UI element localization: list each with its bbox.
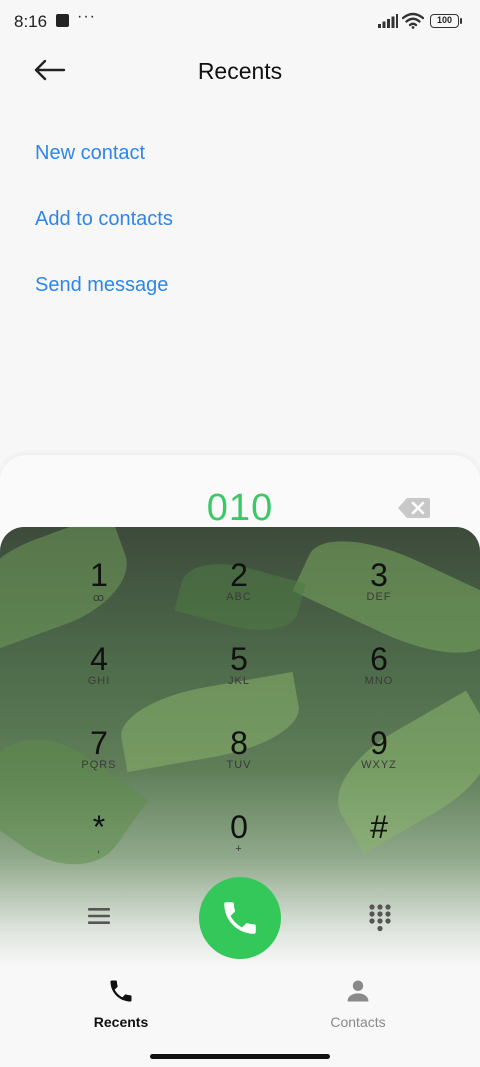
key-0[interactable]: 0 + <box>179 809 299 879</box>
key-letters: TUV <box>226 759 252 771</box>
key-digit: 5 <box>230 641 248 677</box>
status-time: 8:16 <box>14 12 48 31</box>
tab-label: Contacts <box>330 1014 386 1030</box>
key-digit: * <box>92 809 106 845</box>
key-hash[interactable]: # <box>319 809 439 879</box>
key-letters: ABC <box>226 591 252 603</box>
key-letters: GHI <box>87 675 111 687</box>
key-6[interactable]: 6 MNO <box>319 641 439 711</box>
key-letters: DEF <box>366 591 392 603</box>
dialpad-icon[interactable] <box>367 903 393 933</box>
menu-icon[interactable] <box>86 905 112 927</box>
tab-recents[interactable]: Recents <box>51 977 191 1030</box>
more-notifications-icon: ··· <box>77 8 96 25</box>
key-letters: , <box>96 843 102 855</box>
notification-square-icon <box>56 14 69 27</box>
key-digit: 0 <box>230 809 248 845</box>
key-digit: 8 <box>230 725 248 761</box>
dialer-screen: 8:16 ··· 100 Recents New contact Add to … <box>0 0 480 1067</box>
key-2[interactable]: 2 ABC <box>179 557 299 627</box>
key-letters: MNO <box>364 675 394 687</box>
key-digit: 7 <box>90 725 108 761</box>
key-5[interactable]: 5 JKL <box>179 641 299 711</box>
bottom-navigation: Recents Contacts <box>0 967 480 1067</box>
key-digit: 9 <box>370 725 388 761</box>
key-letters: JKL <box>228 675 250 687</box>
key-letters: + <box>235 843 243 855</box>
key-star[interactable]: * , <box>39 809 159 879</box>
key-digit: 3 <box>370 557 388 593</box>
key-letters: WXYZ <box>361 759 397 771</box>
key-letters: PQRS <box>81 759 117 771</box>
key-9[interactable]: 9 WXYZ <box>319 725 439 795</box>
phone-icon <box>110 980 132 1002</box>
backspace-icon[interactable] <box>397 497 431 519</box>
battery-indicator: 100 <box>430 14 462 28</box>
key-3[interactable]: 3 DEF <box>319 557 439 627</box>
new-contact-option[interactable]: New contact <box>35 142 145 165</box>
home-indicator[interactable] <box>150 1054 330 1059</box>
status-bar: 8:16 ··· 100 <box>0 0 480 44</box>
voicemail-glyph: ꝏ <box>92 592 106 604</box>
call-button[interactable] <box>199 877 281 959</box>
key-digit: 2 <box>230 557 248 593</box>
key-digit: 4 <box>90 641 108 677</box>
signal-icon <box>378 14 398 28</box>
key-8[interactable]: 8 TUV <box>179 725 299 795</box>
wifi-icon <box>402 12 424 29</box>
page-title: Recents <box>197 58 283 84</box>
tab-contacts[interactable]: Contacts <box>288 977 428 1030</box>
key-4[interactable]: 4 GHI <box>39 641 159 711</box>
header: Recents <box>0 44 480 100</box>
add-to-contacts-option[interactable]: Add to contacts <box>35 208 173 231</box>
person-icon <box>347 980 369 1002</box>
send-message-option[interactable]: Send message <box>35 274 168 297</box>
key-digit: # <box>370 809 388 845</box>
phone-icon <box>224 902 256 934</box>
key-1[interactable]: 1 ꝏ <box>39 557 159 627</box>
tab-label: Recents <box>93 1014 149 1030</box>
key-digit: 1 <box>90 557 108 593</box>
key-7[interactable]: 7 PQRS <box>39 725 159 795</box>
key-digit: 6 <box>370 641 388 677</box>
